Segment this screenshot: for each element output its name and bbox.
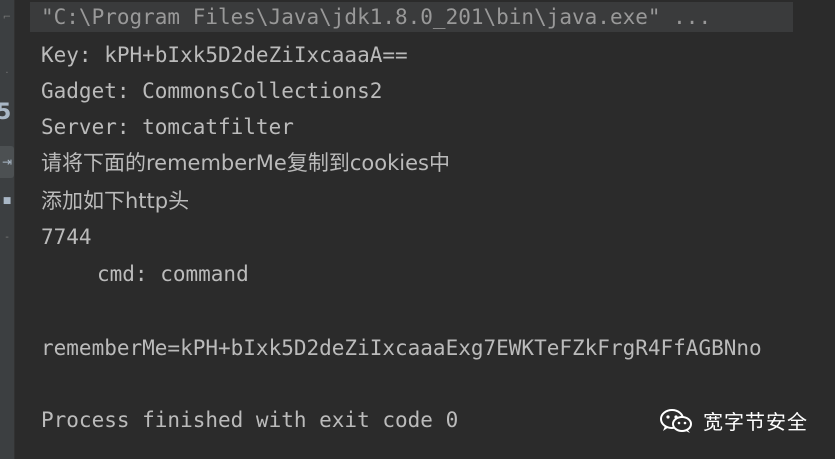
output-line-server: Server: tomcatfilter <box>41 115 294 139</box>
output-line-number: 7744 <box>41 225 92 249</box>
lock-icon[interactable]: ■ <box>0 196 14 206</box>
output-line-gadget: Gadget: CommonsCollections2 <box>41 79 383 103</box>
gutter-marker: · <box>5 68 9 79</box>
run-console-window: ⌐ · 5 ⇥ ■ - "C:\Program Files\Java\jdk1.… <box>0 0 835 459</box>
gutter-marker: - <box>5 232 9 243</box>
output-line-cmd-header: cmd: command <box>97 262 249 286</box>
console-output[interactable]: "C:\Program Files\Java\jdk1.8.0_201\bin\… <box>30 0 835 459</box>
output-line-key: Key: kPH+bIxk5D2deZiIxcaaaA== <box>41 43 408 67</box>
watermark: 宽字节安全 <box>659 406 808 435</box>
watermark-label: 宽字节安全 <box>703 410 808 434</box>
output-line-header-instruction: 添加如下http头 <box>41 189 190 213</box>
output-line-instruction: 请将下面的rememberMe复制到cookies中 <box>41 151 450 175</box>
console-gutter: ⌐ · 5 ⇥ ■ - <box>0 0 15 459</box>
command-line[interactable]: "C:\Program Files\Java\jdk1.8.0_201\bin\… <box>30 2 793 32</box>
wechat-icon <box>659 408 693 434</box>
gutter-marker: ⌐ <box>2 12 12 23</box>
soft-wrap-icon[interactable]: ⇥ <box>0 146 14 178</box>
exit-message: Process finished with exit code 0 <box>41 408 459 432</box>
gutter-number: 5 <box>0 100 12 125</box>
output-line-rememberme[interactable]: rememberMe=kPH+bIxk5D2deZiIxcaaaExg7EWKT… <box>41 333 762 363</box>
